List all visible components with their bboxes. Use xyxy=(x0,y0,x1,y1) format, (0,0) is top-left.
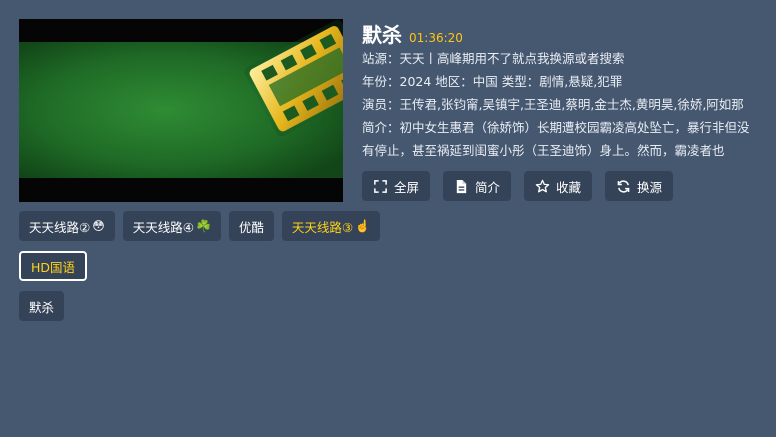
favorite-button[interactable]: 收藏 xyxy=(524,171,593,201)
shamrock-icon: ☘️ xyxy=(195,219,211,233)
meta-line: 年份：2024 地区：中国 类型：剧情,悬疑,犯罪 xyxy=(362,74,623,89)
fullscreen-button[interactable]: 全屏 xyxy=(362,171,431,201)
fullscreen-label: 全屏 xyxy=(394,179,420,195)
detail-panel: 默杀 01:36:20 站源：天天丨高峰期用不了就点我换源或者搜索 年份：202… xyxy=(362,19,762,162)
video-player[interactable] xyxy=(19,19,343,202)
source-chip[interactable]: 天天线路④ ☘️ xyxy=(122,211,221,241)
source-chip[interactable]: 优酷 xyxy=(228,211,274,241)
document-icon xyxy=(456,179,467,193)
video-frame xyxy=(19,19,343,202)
source-chip-label: 天天线路④ xyxy=(132,219,194,235)
quality-chip[interactable]: HD国语 xyxy=(19,251,88,281)
action-bar: 全屏 简介 收藏 换源 xyxy=(362,171,674,201)
source-chip-label: 优酷 xyxy=(238,219,264,235)
episode-list: 默杀 xyxy=(19,291,65,321)
source-chip-selected[interactable]: 天天线路③ ☝️ xyxy=(281,211,381,241)
change-source-label: 换源 xyxy=(637,179,663,195)
intro-label: 简介 xyxy=(475,179,501,195)
change-source-button[interactable]: 换源 xyxy=(605,171,674,201)
star-icon xyxy=(535,179,550,192)
intro-button[interactable]: 简介 xyxy=(443,171,512,201)
source-chip-label: 天天线路② xyxy=(29,219,91,235)
source-chip[interactable]: 天天线路② 😳 xyxy=(19,211,115,241)
duration-label: 01:36:20 xyxy=(409,31,463,45)
video-title: 默杀 xyxy=(362,23,402,47)
fullscreen-icon xyxy=(374,179,387,193)
intro-text: 简介：初中女生惠君（徐娇饰）长期遭校园霸凌高处坠亡，暴行非但没有停止，甚至祸延到… xyxy=(362,120,750,158)
source-list: 天天线路② 😳 天天线路④ ☘️ 优酷 天天线路③ ☝️ xyxy=(19,211,381,241)
episode-chip[interactable]: 默杀 xyxy=(19,291,65,321)
refresh-icon xyxy=(617,179,630,193)
source-chip-label: 天天线路③ xyxy=(291,219,354,235)
favorite-label: 收藏 xyxy=(556,179,582,195)
actors-line: 演员：王传君,张钧甯,吴镇宇,王圣迪,蔡明,金士杰,黄明昊,徐娇,阿如那 xyxy=(362,97,744,112)
source-line: 站源：天天丨高峰期用不了就点我换源或者搜索 xyxy=(362,51,625,66)
quality-list: HD国语 xyxy=(19,251,88,281)
flushed-face-icon: 😳 xyxy=(92,219,105,233)
episode-chip-label: 默杀 xyxy=(29,299,55,315)
quality-chip-label: HD国语 xyxy=(31,259,76,275)
pointing-up-icon: ☝️ xyxy=(355,219,371,233)
